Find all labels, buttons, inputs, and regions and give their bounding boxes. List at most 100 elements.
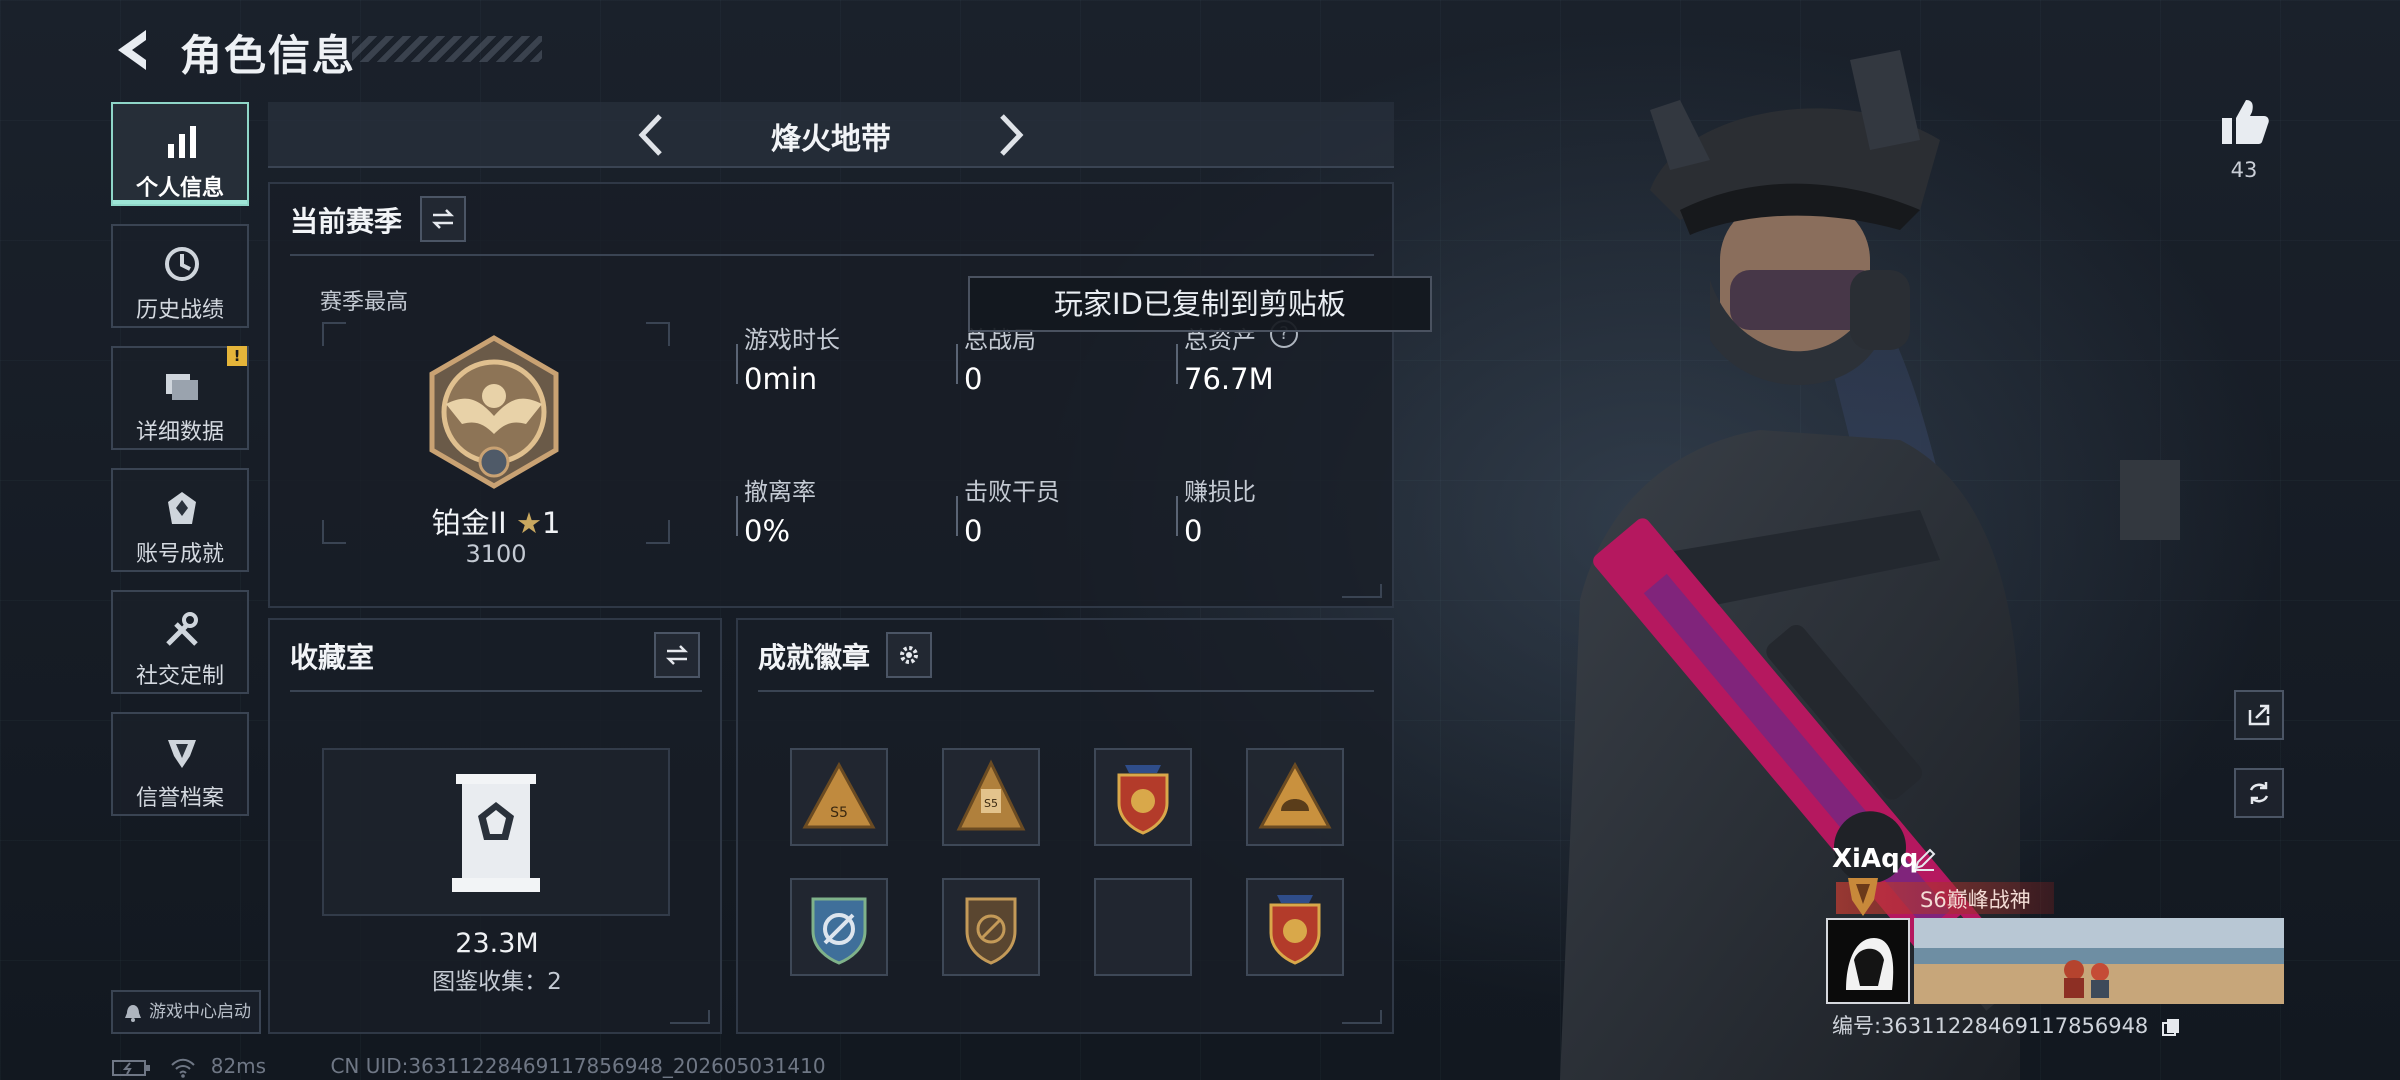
frame-corner [322,322,346,346]
mode-title: 烽火地带 [771,122,891,157]
sidebar-item-label: 社交定制 [135,664,224,689]
launch-label: 游戏中心启动 [149,1002,251,1022]
badge-slot[interactable] [1094,748,1192,846]
share-button[interactable] [2234,690,2284,740]
like-button[interactable] [2216,94,2272,150]
season-best-label: 赛季最高 [320,290,409,315]
stat-value-operators-defeated: 0 [964,514,983,548]
battery-icon [112,1059,150,1076]
sidebar-item-achievements[interactable]: 账号成就 [111,468,249,572]
title-decoration [352,36,542,62]
panel-corner-decoration [1342,584,1382,598]
sidebar-item-reputation[interactable]: 信誉档案 [111,712,249,816]
badge-helmet-triangle-icon [1258,761,1332,829]
like-count: 43 [2230,158,2258,182]
rank-name: 铂金II [431,506,507,540]
refresh-button[interactable] [2234,768,2284,818]
badge-slot[interactable]: S5 [790,748,888,846]
badge-slot[interactable] [1246,748,1344,846]
stat-divider [1176,344,1178,384]
badges-title: 成就徽章 [758,641,871,674]
gear-icon [900,646,918,664]
share-icon [2248,704,2270,726]
sidebar-item-label: 账号成就 [135,542,224,567]
stat-divider [956,344,958,384]
badge-text: S5 [830,805,848,821]
frame-corner [646,322,670,346]
rank-points: 3100 [465,540,527,568]
edit-name-icon[interactable] [1912,846,1938,872]
badge-slot[interactable] [790,878,888,976]
bar-chart-icon [168,126,196,158]
player-title: S6巅峰战神 [1920,888,2031,912]
next-mode-button[interactable] [984,110,1034,160]
divider [290,690,702,692]
badge-s5-triangle-icon: S5 [802,761,876,829]
sidebar-item-social-custom[interactable]: 社交定制 [111,590,249,694]
star-icon: ★ [515,506,542,540]
clipboard-toast: 玩家ID已复制到剪贴板 [968,276,1432,332]
stat-label-extract-rate: 撤离率 [744,478,816,506]
wifi-icon [171,1058,196,1078]
badge-text: S5 [984,797,998,810]
sidebar-item-personal-info[interactable]: 个人信息 [111,102,249,206]
alert-badge: ! [227,346,247,366]
player-uid: 编号:3631122846911785694​8 [1832,1010,2181,1040]
collection-title: 收藏室 [290,641,375,674]
refresh-icon [2249,782,2269,804]
rank-emblem-icon [429,335,559,489]
rank-stars: 1 [541,506,561,540]
status-bar: 82ms CN UID:36311228469117856948_2026050… [112,1054,826,1078]
achievement-icon [168,492,196,524]
stat-value-total-assets: 76.7M [1184,362,1274,396]
back-button[interactable] [108,24,160,76]
stat-divider [736,344,738,384]
profile-banner[interactable] [1914,918,2284,1004]
mode-switcher: 烽火地带 [268,102,1394,168]
collection-panel[interactable]: 收藏室 23.3M 图鉴收集：2 [268,618,722,1034]
badge-bronze-shield-icon [965,897,1017,965]
badges-settings-button[interactable] [886,632,932,678]
ping-value: 82ms [210,1054,267,1078]
copy-icon[interactable] [2161,1017,2181,1037]
tools-icon [166,612,198,646]
stat-divider [736,496,738,536]
badge-slot-empty[interactable] [1094,878,1192,976]
sidebar-item-label: 详细数据 [135,420,224,445]
folder-icon [166,374,198,400]
swap-icon [665,645,689,665]
reputation-icon [168,740,196,768]
cn-uid: CN UID:36311228469117856948_202605031410 [330,1054,826,1078]
season-switch-button[interactable] [420,196,466,242]
sidebar-item-history[interactable]: 历史战绩 [111,224,249,328]
stat-divider [1176,496,1178,536]
badge-slot[interactable] [942,878,1040,976]
panel-corner-decoration [670,1010,710,1024]
badges-panel: 成就徽章 S5 S5 [736,618,1394,1034]
rank-line: 铂金II ★1 [326,500,666,542]
player-name: XiAqq [1832,844,1919,874]
stat-value-play-time: 0min [744,362,818,396]
badge-slot[interactable] [1246,878,1344,976]
stat-value-profit-ratio: 0 [1184,514,1203,548]
page-title: 角色信息 [180,31,357,80]
sidebar-item-label: 信誉档案 [135,786,224,811]
display-case-icon [452,774,540,892]
sidebar-item-label: 个人信息 [135,176,224,201]
clock-icon [165,247,199,281]
badge-slot[interactable]: S5 [942,748,1040,846]
divider [290,254,1374,256]
game-center-launch-button[interactable]: 游戏中心启动 [111,990,261,1034]
swap-icon [431,209,455,229]
collection-switch-button[interactable] [654,632,700,678]
bell-icon [125,1005,141,1022]
stat-value-total-matches: 0 [964,362,983,396]
avatar[interactable] [1826,918,1910,1004]
stat-value-extract-rate: 0% [744,514,791,548]
season-panel: 当前赛季 赛季最高 铂金II ★1 3100 游戏时长 0min 总战局 0 总… [268,182,1394,608]
avatar-portrait-icon [1828,920,1908,1002]
collection-value: 23.3M [455,928,539,959]
badge-red-shield-icon [1269,895,1321,965]
player-uid-text: 编号:3631122846911785694​8 [1832,1014,2149,1038]
panel-corner-decoration [1342,1010,1382,1024]
